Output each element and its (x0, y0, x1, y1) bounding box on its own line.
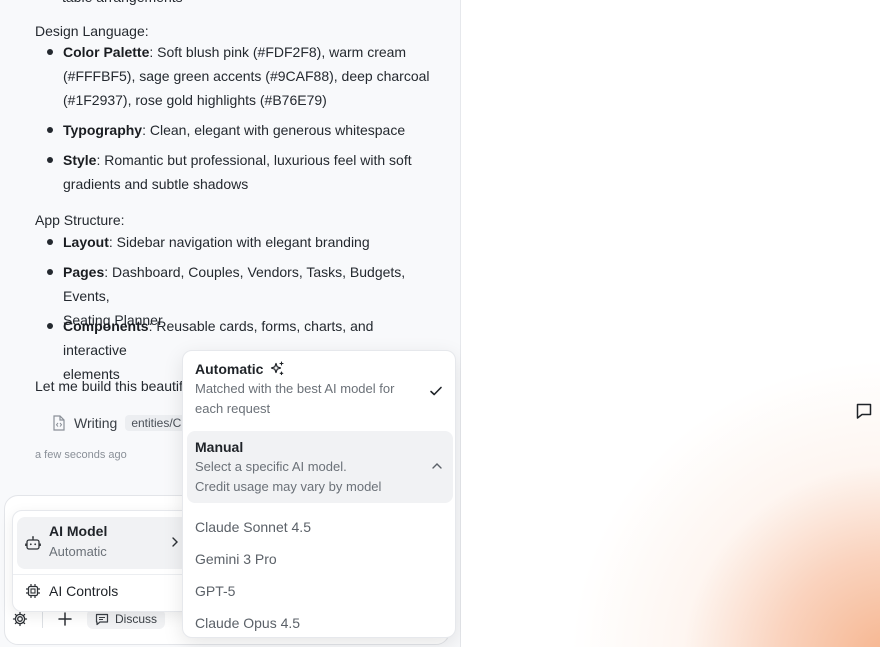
toolbar-divider (42, 610, 43, 628)
menu-divider (13, 574, 191, 575)
list-item: Typography: Clean, elegant with generous… (35, 118, 435, 142)
manual-description-line-1: Select a specific AI model. (195, 459, 347, 474)
option-automatic[interactable]: Automatic Matched with the best AI model… (195, 361, 445, 419)
model-option-gpt[interactable]: GPT-5 (195, 575, 445, 607)
model-option-gemini[interactable]: Gemini 3 Pro (195, 543, 445, 575)
closing-text: Let me build this beautiful (35, 378, 194, 394)
list-item: Layout: Sidebar navigation with elegant … (35, 230, 435, 254)
robot-icon (25, 536, 41, 550)
gear-icon (12, 611, 28, 627)
list-item: Style: Romantic but professional, luxuri… (35, 148, 435, 196)
automatic-title: Automatic (195, 361, 264, 377)
file-code-icon (53, 415, 65, 431)
settings-button[interactable] (10, 609, 30, 629)
preview-panel (461, 0, 880, 647)
manual-title: Manual (195, 439, 244, 455)
add-button[interactable] (55, 609, 75, 629)
manual-description-line-2: Credit usage may vary by model (195, 479, 382, 494)
message-text: table arrangements (62, 0, 183, 9)
ai-model-value: Automatic (49, 544, 107, 559)
comment-icon[interactable] (855, 402, 873, 420)
sparkles-icon (271, 361, 285, 376)
chevron-up-icon (432, 463, 442, 469)
model-list: Claude Sonnet 4.5 Gemini 3 Pro GPT-5 Cla… (195, 511, 445, 639)
message-timestamp: a few seconds ago (35, 449, 127, 461)
discuss-button[interactable]: Discuss (87, 609, 166, 629)
option-manual[interactable]: Manual Select a specific AI model. Credi… (187, 431, 453, 503)
menu-item-ai-controls[interactable]: AI Controls (25, 583, 118, 599)
automatic-description: Matched with the best AI model for each … (195, 381, 395, 416)
ai-model-label: AI Model (49, 523, 108, 539)
model-option-claude-opus[interactable]: Claude Opus 4.5 (195, 607, 445, 639)
check-icon (430, 386, 442, 396)
model-menu: Automatic Matched with the best AI model… (182, 350, 456, 638)
composer-toolbar: Discuss (10, 609, 166, 629)
menu-item-ai-model[interactable]: AI Model Automatic (17, 517, 189, 569)
plus-icon (58, 612, 72, 626)
tool-activity[interactable]: Writing entities/C (52, 415, 188, 431)
list-item: Color Palette: Soft blush pink (#FDF2F8)… (35, 40, 435, 112)
chevron-right-icon (172, 537, 178, 547)
discuss-label: Discuss (115, 612, 158, 626)
chat-bubble-icon (95, 613, 109, 625)
file-path-chip: entities/C (125, 415, 188, 431)
ai-controls-label: AI Controls (49, 583, 119, 599)
tool-action: Writing (74, 415, 118, 431)
chip-icon (26, 584, 40, 598)
settings-menu: AI Model Automatic AI Controls (12, 510, 192, 612)
structure-heading: App Structure: (35, 212, 125, 228)
model-option-claude-sonnet[interactable]: Claude Sonnet 4.5 (195, 511, 445, 543)
